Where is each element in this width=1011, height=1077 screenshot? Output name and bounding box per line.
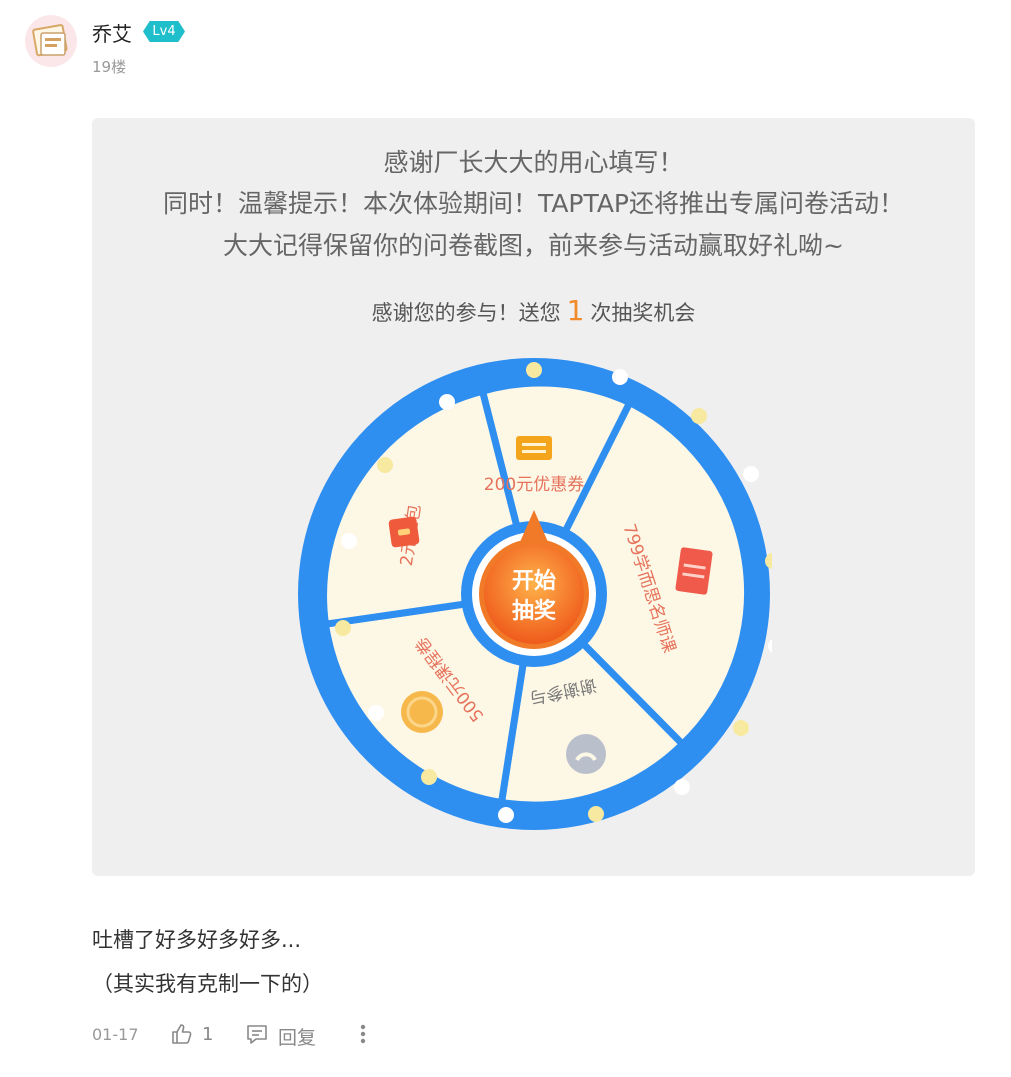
start-label-1: 开始 — [512, 568, 556, 594]
comment-line-2: （其实我有克制一下的） — [92, 972, 323, 996]
ticket-icon — [516, 436, 552, 460]
avatar-image — [32, 24, 68, 57]
start-label-2: 抽奖 — [512, 598, 557, 624]
thumbs-up-icon[interactable] — [170, 1022, 194, 1046]
lottery-suffix: 次抽奖机会 — [590, 301, 696, 325]
avatar[interactable] — [25, 15, 77, 67]
image-line-1: 感谢厂长大大的用心填写！ — [383, 148, 684, 177]
coin-icon — [401, 691, 443, 733]
sad-face-icon — [566, 734, 606, 774]
lottery-count: 1 — [566, 294, 585, 327]
user-name[interactable]: 乔艾 — [92, 18, 132, 47]
red-envelope-icon — [388, 516, 420, 548]
more-options-icon[interactable] — [355, 1022, 371, 1046]
level-badge: Lv4 — [143, 21, 185, 42]
post-date: 01-17 — [92, 1025, 139, 1044]
card-icon — [675, 547, 713, 595]
floor-label: 19楼 — [92, 58, 127, 76]
lottery-prefix: 感谢您的参与！送您 — [371, 301, 561, 325]
prize-wheel: 200元优惠券 799学而思名师课 谢谢参与 500元课程卷 2元红包 — [298, 358, 772, 830]
comment-line-1: 吐槽了好多好多好多... — [92, 928, 302, 952]
image-line-2: 同时！温馨提示！本次体验期间！TAPTAP还将推出专属问卷活动！ — [162, 189, 905, 218]
like-count: 1 — [202, 1024, 214, 1045]
reply-button[interactable]: 回复 — [278, 1023, 316, 1050]
post-image[interactable]: 感谢厂长大大的用心填写！ 同时！温馨提示！本次体验期间！TAPTAP还将推出专属… — [92, 118, 975, 876]
reply-icon[interactable] — [245, 1022, 269, 1046]
lottery-line: 感谢您的参与！送您 1 次抽奖机会 — [92, 294, 975, 327]
image-line-3: 大大记得保留你的问卷截图，前来参与活动赢取好礼呦~ — [223, 231, 844, 260]
prize-label-200: 200元优惠券 — [484, 475, 584, 495]
